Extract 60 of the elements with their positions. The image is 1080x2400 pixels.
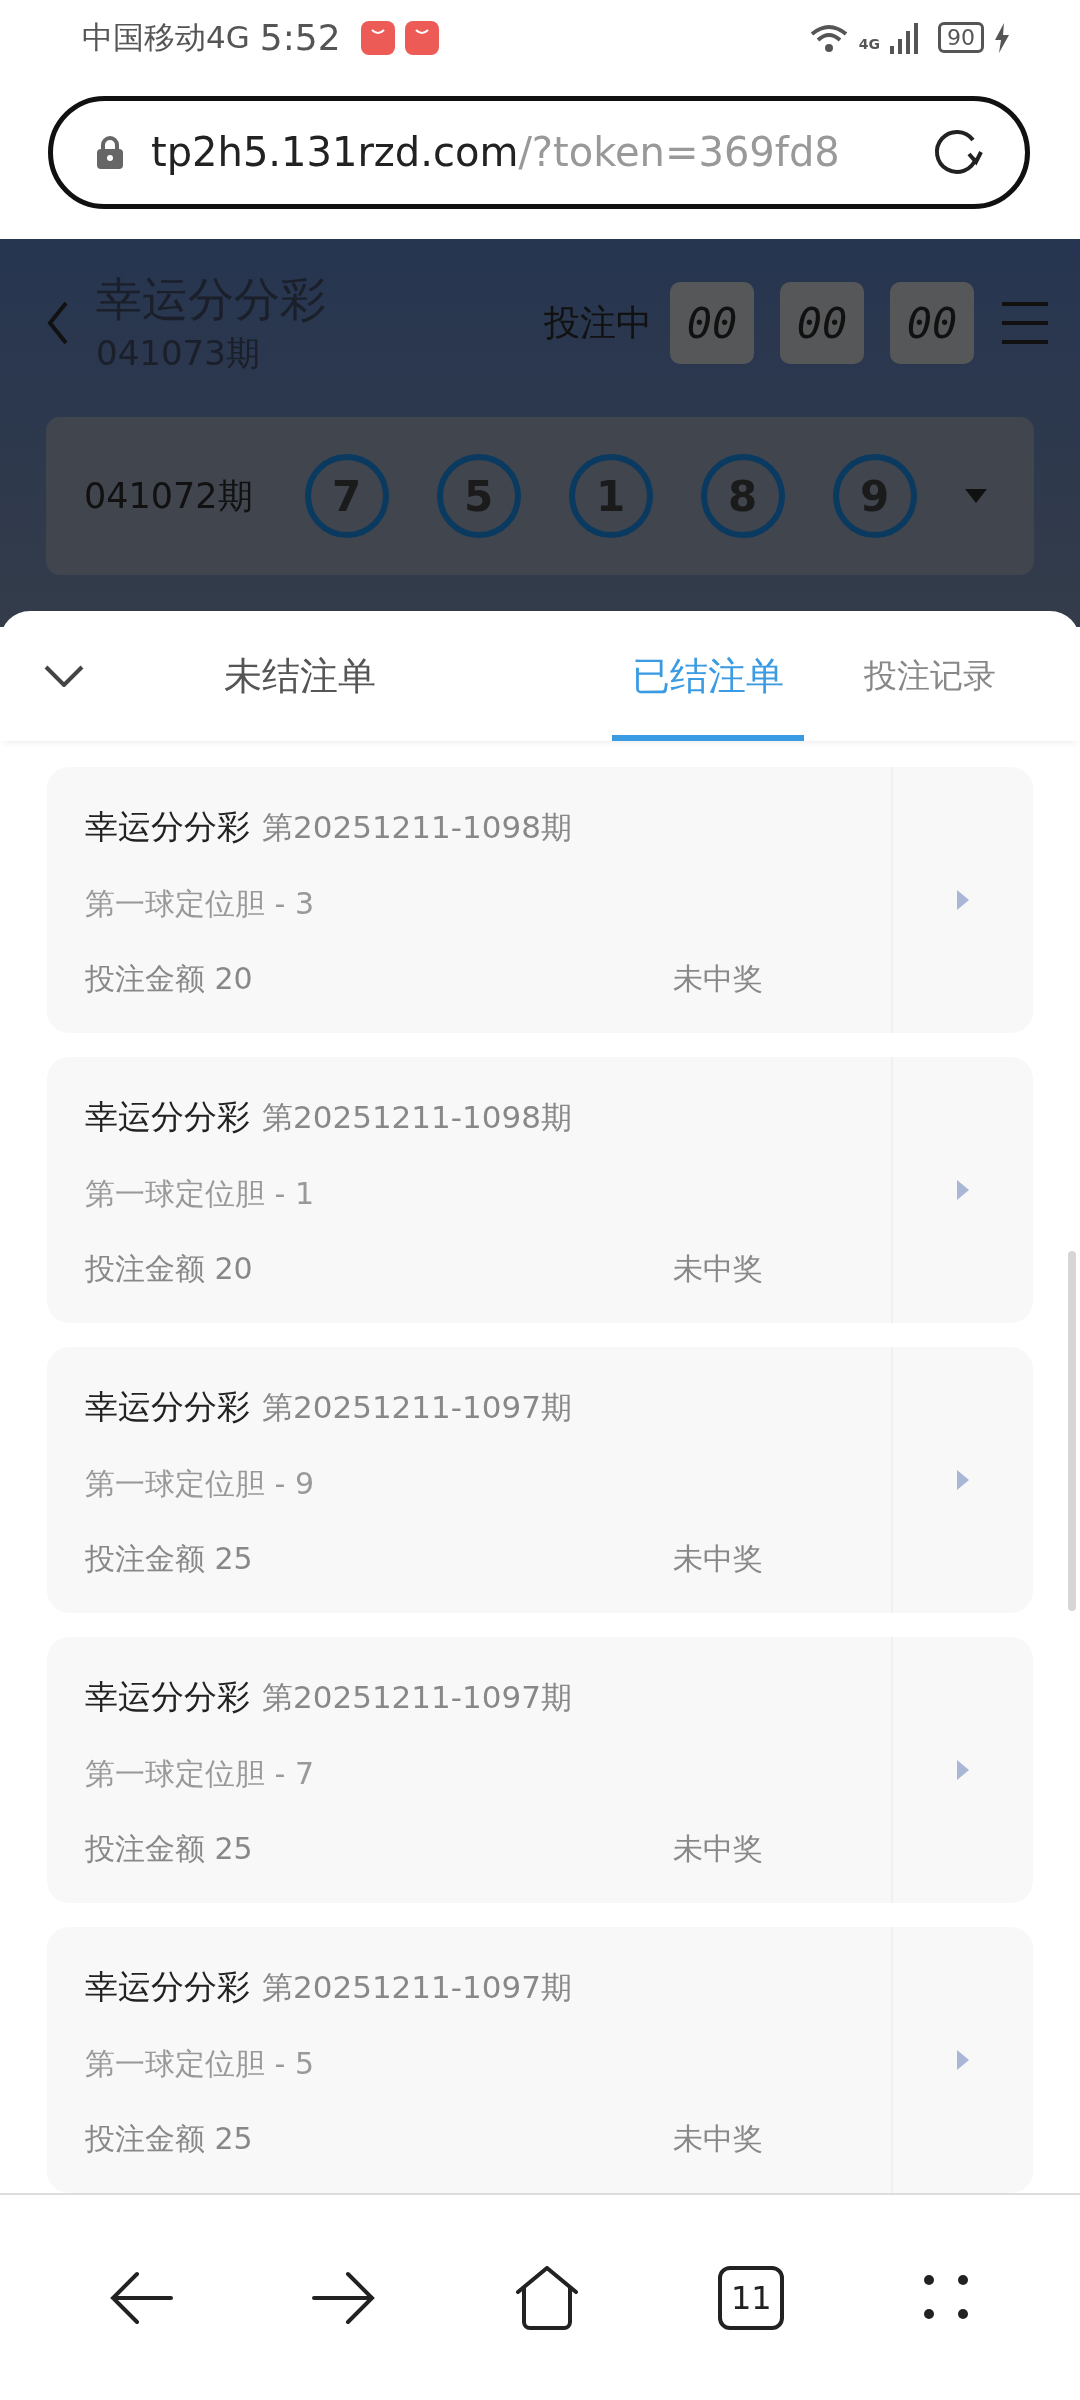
- signal-icon: [890, 21, 920, 54]
- game-name: 幸运分分彩: [85, 1966, 250, 2009]
- draw-period: 041072期: [84, 474, 253, 518]
- order-card[interactable]: 幸运分分彩 第20251211-1098期 第一球定位胆 - 1 投注金额 20 未中奖: [47, 1057, 1033, 1324]
- issue-number: 第20251211-1098期: [262, 808, 572, 848]
- tab[interactable]: 投注记录: [864, 611, 996, 742]
- countdown-digits: 00: [890, 282, 974, 365]
- clock: 5:52: [259, 17, 341, 59]
- chevron-right-icon: [957, 1180, 969, 1201]
- bet-amount: 投注金额 25: [85, 1540, 253, 1579]
- bet-detail: 第一球定位胆 - 5: [85, 2045, 315, 2084]
- chevron-right-icon: [957, 1760, 969, 1781]
- forward-arrow-icon[interactable]: [311, 2269, 376, 2326]
- betting-status: 投注中: [544, 300, 652, 345]
- game-name: 幸运分分彩: [85, 1676, 250, 1719]
- more-icon[interactable]: [922, 2273, 971, 2322]
- address-bar[interactable]: tp2h5.131rzd.com/?token=369fd8: [48, 95, 1030, 210]
- bet-amount: 投注金额 25: [85, 2120, 253, 2159]
- countdown-digits: 00: [780, 282, 864, 365]
- scrollbar[interactable]: [1068, 1251, 1076, 1612]
- result-status: 未中奖: [673, 960, 763, 999]
- issue-number: 第20251211-1098期: [262, 1098, 572, 1138]
- result-status: 未中奖: [673, 2120, 763, 2159]
- bet-amount: 投注金额 20: [85, 1250, 253, 1289]
- home-icon[interactable]: [513, 2265, 580, 2330]
- bet-detail: 第一球定位胆 - 9: [85, 1465, 315, 1504]
- bet-detail: 第一球定位胆 - 1: [85, 1175, 315, 1214]
- game-name: 幸运分分彩: [85, 806, 250, 849]
- issue-number: 第20251211-1097期: [262, 1968, 572, 2008]
- battery-level: 90: [938, 22, 984, 54]
- app-notification-icon: [404, 20, 439, 55]
- url-text: tp2h5.131rzd.com/?token=369fd8: [151, 129, 841, 176]
- result-status: 未中奖: [673, 1250, 763, 1289]
- charging-bolt-icon: [994, 22, 1010, 53]
- game-name: 幸运分分彩: [85, 1386, 250, 1429]
- chevron-right-icon: [957, 890, 969, 911]
- bet-amount: 投注金额 20: [85, 960, 253, 999]
- bet-amount: 投注金额 25: [85, 1830, 253, 1869]
- tab[interactable]: 未结注单: [224, 611, 376, 742]
- issue-number: 第20251211-1097期: [262, 1678, 572, 1718]
- collapse-chevron-icon[interactable]: [44, 665, 84, 688]
- bet-detail: 第一球定位胆 - 7: [85, 1755, 315, 1794]
- chevron-right-icon: [957, 2050, 969, 2071]
- chevron-right-icon: [957, 1470, 969, 1491]
- order-card[interactable]: 幸运分分彩 第20251211-1097期 第一球定位胆 - 7 投注金额 25 未中奖: [47, 1637, 1033, 1904]
- order-card[interactable]: 幸运分分彩 第20251211-1097期 第一球定位胆 - 9 投注金额 25 未中奖: [47, 1347, 1033, 1614]
- order-card[interactable]: 幸运分分彩 第20251211-1097期 第一球定位胆 - 5 投注金额 25 未中奖: [47, 1927, 1033, 2194]
- tabs-button[interactable]: 11: [718, 2265, 785, 2330]
- back-arrow-icon[interactable]: [109, 2269, 174, 2326]
- app-notification-icon: [360, 20, 395, 55]
- bet-detail: 第一球定位胆 - 3: [85, 885, 315, 924]
- lock-icon: [95, 135, 125, 170]
- carrier-name: 中国移动4G: [82, 17, 250, 57]
- result-status: 未中奖: [673, 1830, 763, 1869]
- network-type: 4G: [858, 35, 880, 52]
- game-name: 幸运分分彩: [85, 1096, 250, 1139]
- result-status: 未中奖: [673, 1540, 763, 1579]
- order-card[interactable]: 幸运分分彩 第20251211-1098期 第一球定位胆 - 3 投注金额 20 未中奖: [47, 767, 1033, 1034]
- issue-number: 第20251211-1097期: [262, 1388, 572, 1428]
- countdown-digits: 00: [670, 282, 754, 365]
